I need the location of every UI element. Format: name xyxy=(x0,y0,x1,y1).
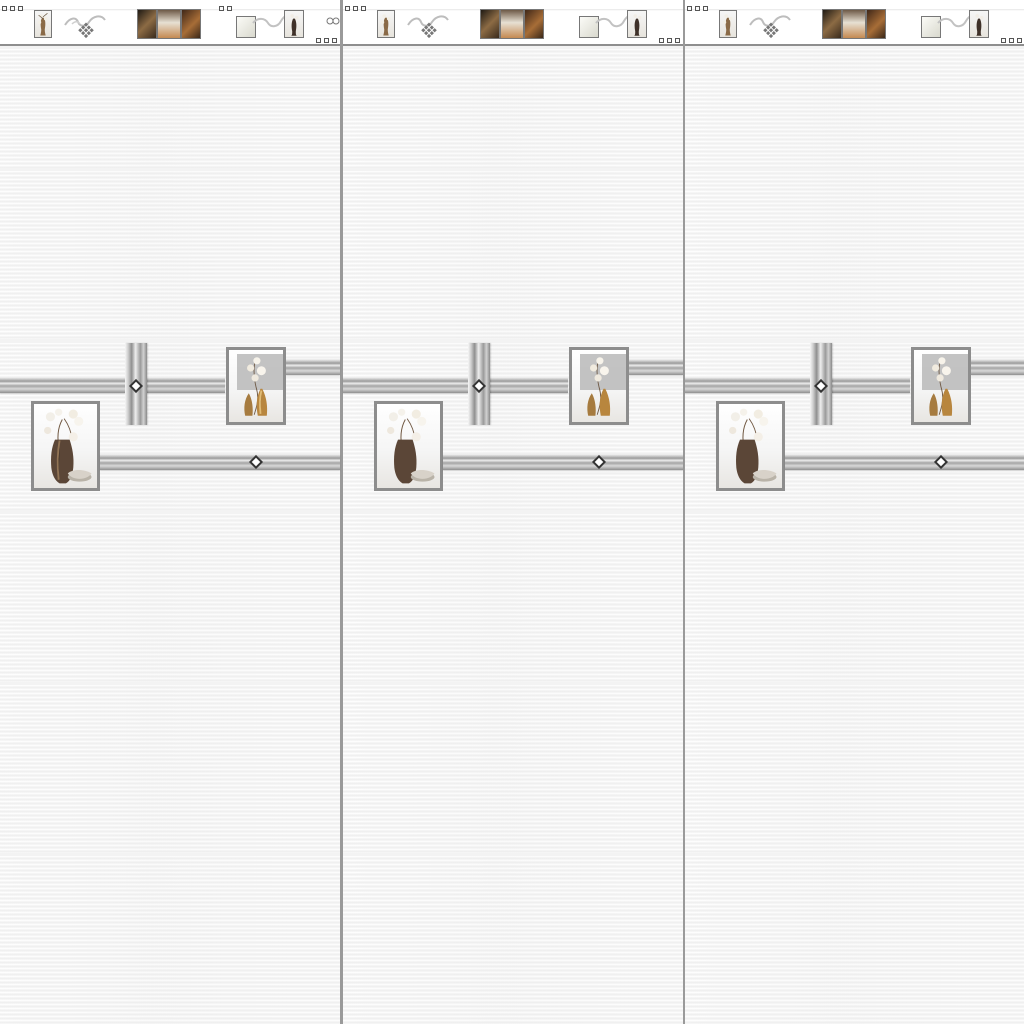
small-square-mark xyxy=(324,38,329,43)
small-square-mark xyxy=(659,38,664,43)
small-square-mark xyxy=(316,38,321,43)
tile-wall-scene xyxy=(0,0,1024,1024)
small-square-mark xyxy=(353,6,358,11)
metallic-horizontal-bar xyxy=(629,359,683,375)
decorative-border-strip xyxy=(0,0,340,46)
metallic-horizontal-bar xyxy=(490,377,568,393)
mini-vase-icon xyxy=(975,14,984,36)
wall-tile xyxy=(685,685,1024,853)
wall-tile xyxy=(685,49,1024,168)
mini-vase-icon xyxy=(290,14,299,36)
decor-wall-tile xyxy=(343,343,683,510)
small-square-mark xyxy=(675,38,680,43)
mini-brown-photo xyxy=(157,9,181,39)
tile-column-right xyxy=(685,0,1024,1024)
flower-vase-panel-small xyxy=(226,347,286,425)
wall-tile xyxy=(343,685,683,853)
small-square-mark xyxy=(695,6,700,11)
metallic-horizontal-bar xyxy=(100,454,340,470)
small-square-mark xyxy=(332,38,337,43)
small-square-mark xyxy=(219,6,224,11)
wall-tile xyxy=(343,856,683,1024)
small-square-mark xyxy=(345,6,350,11)
small-square-mark xyxy=(10,6,15,11)
mini-vase-photo xyxy=(284,10,304,38)
mini-brown-photo xyxy=(181,9,201,39)
metallic-horizontal-bar xyxy=(0,377,125,393)
metallic-horizontal-bar xyxy=(286,359,340,375)
decor-wall-tile xyxy=(685,343,1024,510)
small-square-mark xyxy=(667,38,672,43)
small-square-mark xyxy=(2,6,7,11)
small-square-mark xyxy=(703,6,708,11)
metallic-horizontal-bar xyxy=(443,454,683,470)
wall-tile xyxy=(343,514,683,682)
mini-brown-photo xyxy=(524,9,544,39)
metallic-horizontal-bar xyxy=(971,359,1024,375)
flower-vase-panel-large xyxy=(374,401,443,491)
flower-vase-icon xyxy=(929,357,953,416)
mini-vase-photo xyxy=(719,10,737,38)
small-square-mark xyxy=(1017,38,1022,43)
metallic-horizontal-bar xyxy=(685,377,810,393)
wall-tile xyxy=(685,514,1024,682)
small-square-mark xyxy=(687,6,692,11)
mini-vase-photo xyxy=(34,10,52,38)
flower-vase-icon xyxy=(387,408,435,484)
small-square-mark xyxy=(18,6,23,11)
wall-tile xyxy=(685,171,1024,339)
wall-tile xyxy=(685,856,1024,1024)
metallic-horizontal-bar xyxy=(147,377,225,393)
mini-vase-photo xyxy=(969,10,989,38)
mini-vase-photo xyxy=(377,10,395,38)
mini-vase-icon xyxy=(37,13,48,36)
small-square-mark xyxy=(361,6,366,11)
small-square-mark xyxy=(1009,38,1014,43)
flower-vase-icon xyxy=(44,408,92,484)
chain-link-icon xyxy=(326,17,340,25)
flower-vase-icon xyxy=(244,357,268,416)
wall-tile xyxy=(343,171,683,339)
flower-vase-icon xyxy=(587,357,611,416)
decorative-border-strip xyxy=(343,0,683,46)
mini-brown-photo xyxy=(480,9,500,39)
mini-brown-photo xyxy=(842,9,866,39)
mini-vase-icon xyxy=(633,14,642,36)
wall-tile xyxy=(0,49,340,168)
flower-vase-panel-small xyxy=(911,347,971,425)
tile-column-center xyxy=(343,0,683,1024)
small-square-mark xyxy=(1001,38,1006,43)
decor-wall-tile xyxy=(0,343,340,510)
flower-vase-panel-small xyxy=(569,347,629,425)
wall-tile xyxy=(0,171,340,339)
mini-brown-photo xyxy=(137,9,157,39)
metallic-horizontal-bar xyxy=(785,454,1024,470)
mini-brown-photo xyxy=(500,9,524,39)
wall-tile xyxy=(0,514,340,682)
wall-tile xyxy=(0,685,340,853)
tile-column-left xyxy=(0,0,340,1024)
flower-vase-panel-large xyxy=(716,401,785,491)
wall-tile xyxy=(0,856,340,1024)
flower-vase-icon xyxy=(729,408,777,484)
metallic-horizontal-bar xyxy=(343,377,468,393)
mini-vase-photo xyxy=(627,10,647,38)
mini-vase-icon xyxy=(380,14,391,36)
flower-vase-panel-large xyxy=(31,401,100,491)
decorative-border-strip xyxy=(685,0,1024,46)
metallic-horizontal-bar xyxy=(832,377,910,393)
wall-tile xyxy=(343,49,683,168)
mini-brown-photo xyxy=(822,9,842,39)
small-square-mark xyxy=(227,6,232,11)
mini-brown-photo xyxy=(866,9,886,39)
mini-vase-icon xyxy=(722,14,733,36)
